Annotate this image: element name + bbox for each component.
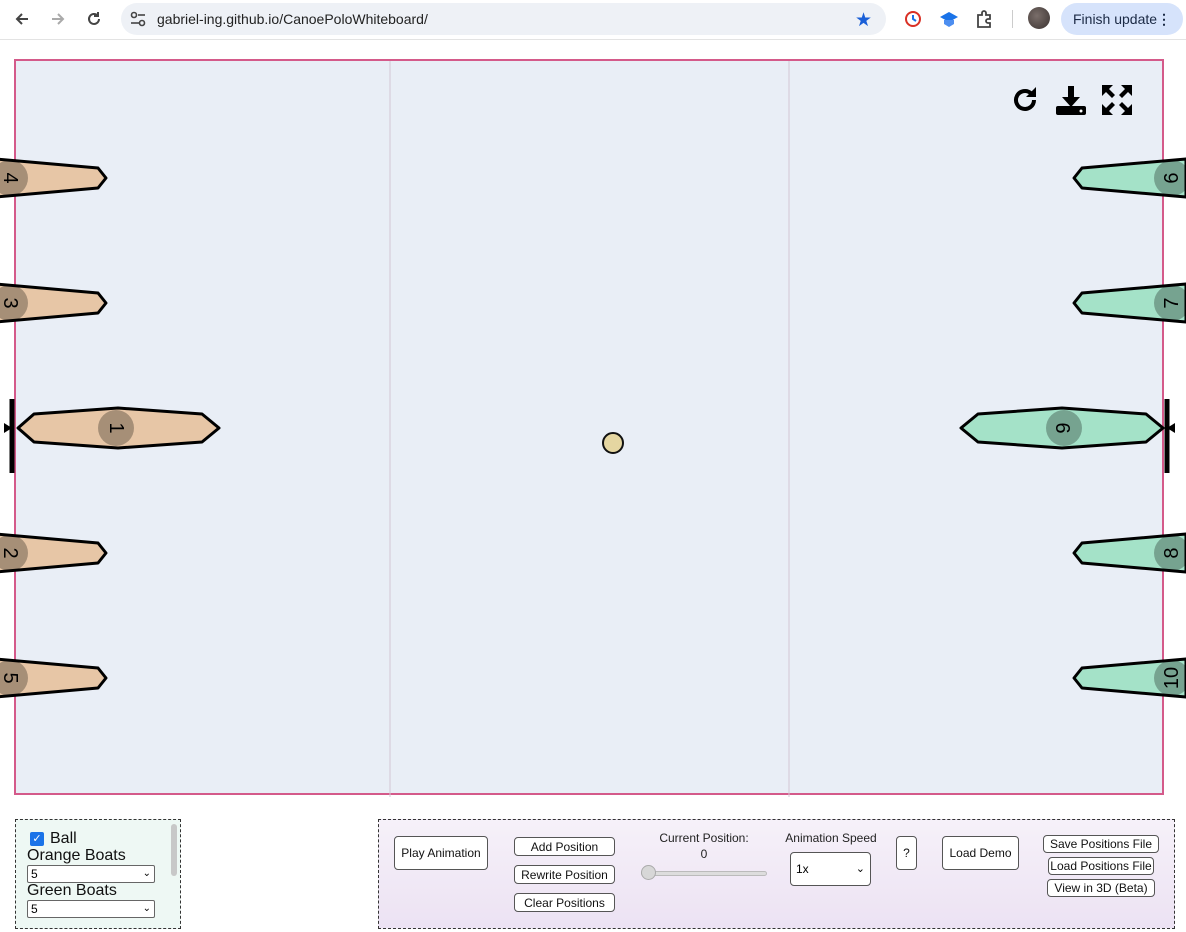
green-boats-select[interactable]: 5 ⌄ — [27, 900, 155, 918]
green-boats-value: 5 — [31, 902, 38, 916]
animation-speed-select[interactable]: 1x ⌄ — [790, 852, 871, 886]
reset-icon[interactable] — [1009, 84, 1041, 116]
animation-controls-panel: Play Animation Add Position Rewrite Posi… — [378, 819, 1175, 929]
view-3d-button[interactable]: View in 3D (Beta) — [1047, 879, 1155, 897]
load-positions-file-button[interactable]: Load Positions File — [1048, 857, 1154, 875]
green-boat[interactable]: 7 — [1072, 282, 1186, 324]
current-position-value: 0 — [700, 847, 708, 861]
orange-boats-value: 5 — [31, 867, 38, 881]
fullscreen-icon[interactable] — [1101, 84, 1133, 116]
url-text: gabriel-ing.github.io/CanoePoloWhiteboar… — [157, 11, 428, 27]
boat-number: 3 — [0, 297, 21, 308]
chevron-down-icon: ⌄ — [142, 903, 151, 914]
orange-boat[interactable]: 1 — [16, 406, 221, 450]
green-boat[interactable]: 10 — [1072, 657, 1186, 699]
ball-checkbox[interactable]: ✓ — [30, 832, 44, 846]
reload-icon[interactable] — [81, 6, 107, 32]
play-animation-button[interactable]: Play Animation — [394, 836, 488, 870]
toolbar-divider — [1012, 10, 1013, 28]
ball[interactable] — [602, 432, 624, 454]
save-positions-file-button[interactable]: Save Positions File — [1043, 835, 1159, 853]
boat-number: 2 — [0, 547, 21, 558]
bookmark-star-icon[interactable]: ★ — [855, 9, 872, 32]
extensions-puzzle-icon[interactable] — [974, 8, 996, 30]
finish-update-button[interactable]: Finish update ⋮ — [1061, 3, 1183, 35]
chevron-down-icon: ⌄ — [855, 863, 865, 875]
whiteboard-field[interactable]: 4 3 1 2 5 6 7 9 8 10 — [0, 59, 1186, 797]
history-extension-icon[interactable] — [902, 8, 924, 30]
orange-boat[interactable]: 3 — [0, 282, 108, 324]
add-position-button[interactable]: Add Position — [514, 837, 615, 856]
position-slider-track[interactable] — [641, 871, 767, 876]
orange-boats-label: Orange Boats — [27, 847, 126, 864]
orange-boat[interactable]: 2 — [0, 532, 108, 574]
back-icon[interactable] — [9, 6, 35, 32]
boat-number: 7 — [1161, 297, 1183, 308]
address-bar[interactable]: gabriel-ing.github.io/CanoePoloWhiteboar… — [121, 3, 886, 35]
green-boat[interactable]: 8 — [1072, 532, 1186, 574]
current-position-label: Current Position: — [659, 831, 749, 845]
position-slider-thumb[interactable] — [641, 865, 656, 880]
orange-boat[interactable]: 4 — [0, 157, 108, 199]
load-demo-button[interactable]: Load Demo — [942, 836, 1019, 870]
boat-number: 5 — [0, 672, 21, 683]
menu-dots-icon[interactable]: ⋮ — [1157, 3, 1171, 35]
orange-boats-select[interactable]: 5 ⌄ — [27, 865, 155, 883]
finish-update-label: Finish update — [1073, 11, 1158, 27]
orange-boat[interactable]: 5 — [0, 657, 108, 699]
green-boats-label: Green Boats — [27, 882, 117, 899]
chevron-down-icon: ⌄ — [142, 868, 151, 879]
rewrite-position-button[interactable]: Rewrite Position — [514, 865, 615, 884]
download-icon[interactable] — [1055, 84, 1087, 116]
panel-scrollbar[interactable] — [171, 824, 177, 876]
browser-toolbar: gabriel-ing.github.io/CanoePoloWhiteboar… — [0, 0, 1186, 40]
boat-number: 4 — [0, 172, 21, 183]
green-boat[interactable]: 6 — [1072, 157, 1186, 199]
right-goal — [1164, 399, 1175, 473]
site-settings-icon[interactable] — [129, 10, 147, 28]
left-goal — [4, 399, 15, 473]
boat-number: 9 — [1053, 422, 1075, 433]
field-canvas[interactable]: 4 3 1 2 5 6 7 9 8 10 — [0, 61, 1186, 797]
boat-number: 8 — [1161, 547, 1183, 558]
boats-layer: 4 3 1 2 5 6 7 9 8 10 — [0, 157, 1186, 699]
clear-positions-button[interactable]: Clear Positions — [514, 893, 615, 912]
forward-icon[interactable] — [45, 6, 71, 32]
animation-speed-value: 1x — [796, 862, 809, 876]
animation-speed-label: Animation Speed — [785, 831, 877, 845]
boat-number: 10 — [1161, 667, 1183, 689]
boat-number: 6 — [1161, 172, 1183, 183]
boat-number: 1 — [105, 422, 127, 433]
green-boat[interactable]: 9 — [959, 406, 1165, 450]
visibility-panel: ✓ Ball Orange Boats 5 ⌄ Green Boats 5 ⌄ — [15, 819, 181, 929]
ball-label: Ball — [50, 830, 77, 847]
help-button[interactable]: ? — [896, 836, 917, 870]
graduation-extension-icon[interactable] — [938, 8, 960, 30]
profile-avatar[interactable] — [1028, 7, 1050, 29]
